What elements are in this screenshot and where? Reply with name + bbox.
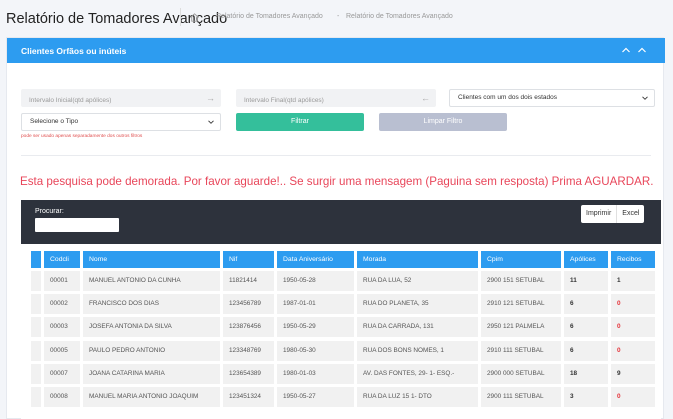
row-select-cell[interactable] bbox=[31, 294, 41, 315]
warning-message: Esta pesquisa pode demorada. Por favor a… bbox=[20, 175, 654, 188]
column-header-select[interactable] bbox=[31, 251, 41, 268]
card-title: Clientes Orfãos ou inúteis bbox=[21, 46, 127, 56]
nif-cell: 11821414 bbox=[223, 271, 274, 291]
divider bbox=[21, 155, 651, 156]
row-select-cell[interactable] bbox=[31, 271, 41, 291]
arrow-right-icon[interactable]: → bbox=[206, 92, 215, 104]
column-header-codcli[interactable]: Codcli bbox=[44, 251, 80, 268]
title-divider bbox=[180, 8, 181, 26]
column-header-data-aniversario[interactable]: Data Aniversário bbox=[277, 251, 354, 268]
filtrar-button[interactable]: Filtrar bbox=[236, 113, 364, 131]
data-aniversario-cell: 1987-01-01 bbox=[277, 294, 354, 315]
nome-cell: MANUEL MARIA ANTONIO JOAQUIM bbox=[83, 387, 220, 407]
column-header-cpim[interactable]: Cpim bbox=[481, 251, 561, 268]
card-header: Clientes Orfãos ou inúteis bbox=[7, 38, 665, 63]
recibos-cell: 1 bbox=[611, 271, 655, 291]
top-bar: Relatório de Tomadores Avançado - Relató… bbox=[0, 0, 673, 36]
morada-cell: AV. DAS FONTES, 29- 1- ESQ.- bbox=[357, 363, 478, 384]
intervalo-final-field[interactable]: ← bbox=[236, 89, 436, 110]
nome-cell: JOSEFA ANTONIA DA SILVA bbox=[83, 317, 220, 338]
apolices-cell: 6 bbox=[564, 340, 608, 361]
row-select-cell[interactable] bbox=[31, 387, 41, 407]
nome-cell: MANUEL ANTONIO DA CUNHA bbox=[83, 271, 220, 291]
breadcrumb-separator: - bbox=[337, 13, 340, 20]
cpim-cell: 2950 121 PALMELA bbox=[481, 317, 561, 338]
intervalo-inicial-field[interactable]: → bbox=[21, 89, 221, 110]
chevron-down-icon bbox=[208, 120, 214, 124]
apolices-cell: 6 bbox=[564, 317, 608, 338]
clients-table: Codcli Nome Nif Data Aniversário Morada … bbox=[21, 244, 661, 419]
chevron-down-icon bbox=[642, 96, 648, 100]
tipo-select[interactable]: Selecione o Tipo bbox=[21, 113, 221, 131]
breadcrumb-item-2: Relatório de Tomadores Avançado bbox=[346, 13, 453, 20]
search-input[interactable] bbox=[35, 218, 119, 232]
table-toolbar: Procurar: Imprimir Excel bbox=[21, 200, 661, 244]
nif-cell: 123654389 bbox=[223, 363, 274, 384]
recibos-cell: 0 bbox=[611, 294, 655, 315]
cpim-cell: 2900 151 SETUBAL bbox=[481, 271, 561, 291]
column-header-recibos[interactable]: Recibos bbox=[611, 251, 655, 268]
morada-cell: RUA DA CARRADA, 131 bbox=[357, 317, 478, 338]
codcli-cell: 00002 bbox=[44, 294, 80, 315]
column-header-nome[interactable]: Nome bbox=[83, 251, 220, 268]
filter-hint: pode ser usado apenas separadamente dos … bbox=[21, 134, 143, 139]
codcli-cell: 00001 bbox=[44, 271, 80, 291]
search-label: Procurar: bbox=[35, 208, 64, 215]
nif-cell: 123876456 bbox=[223, 317, 274, 338]
data-aniversario-cell: 1980-01-03 bbox=[277, 363, 354, 384]
column-header-apolices[interactable]: Apólices bbox=[564, 251, 608, 268]
recibos-cell: 0 bbox=[611, 317, 655, 338]
data-aniversario-cell: 1950-05-28 bbox=[277, 271, 354, 291]
data-aniversario-cell: 1980-05-30 bbox=[277, 340, 354, 361]
morada-cell: RUA DA LUZ 15 1- DTO bbox=[357, 387, 478, 407]
orphan-clients-card: Clientes Orfãos ou inúteis → ← Clientes … bbox=[6, 37, 665, 419]
cpim-cell: 2900 000 SETUBAL bbox=[481, 363, 561, 384]
morada-cell: RUA DO PLANETA, 35 bbox=[357, 294, 478, 315]
apolices-cell: 3 bbox=[564, 387, 608, 407]
nome-cell: FRANCISCO DOS DIAS bbox=[83, 294, 220, 315]
row-select-cell[interactable] bbox=[31, 317, 41, 338]
estado-select[interactable]: Clientes com um dos dois estados bbox=[449, 89, 655, 107]
morada-cell: RUA DA LUA, 52 bbox=[357, 271, 478, 291]
row-select-cell[interactable] bbox=[31, 340, 41, 361]
nome-cell: JOANA CATARINA MARIA bbox=[83, 363, 220, 384]
intervalo-final-input[interactable] bbox=[236, 91, 436, 110]
apolices-cell: 6 bbox=[564, 294, 608, 315]
data-aniversario-cell: 1950-05-27 bbox=[277, 387, 354, 407]
home-icon[interactable] bbox=[189, 12, 200, 23]
nif-cell: 123456789 bbox=[223, 294, 274, 315]
recibos-cell: 0 bbox=[611, 340, 655, 361]
row-select-cell[interactable] bbox=[31, 363, 41, 384]
breadcrumb-item-1[interactable]: Relatório de Tomadores Avançado bbox=[216, 13, 323, 20]
limpar-filtro-button[interactable]: Limpar Filtro bbox=[379, 113, 507, 131]
column-header-morada[interactable]: Morada bbox=[357, 251, 478, 268]
nif-cell: 123451324 bbox=[223, 387, 274, 407]
codcli-cell: 00005 bbox=[44, 340, 80, 361]
export-buttons: Imprimir Excel bbox=[581, 205, 645, 223]
chevron-up-icon[interactable] bbox=[621, 45, 631, 55]
breadcrumb-separator: - bbox=[204, 13, 207, 20]
recibos-cell: 0 bbox=[611, 387, 655, 407]
codcli-cell: 00007 bbox=[44, 363, 80, 384]
excel-button[interactable]: Excel bbox=[616, 205, 644, 223]
recibos-cell: 9 bbox=[611, 363, 655, 384]
imprimir-button[interactable]: Imprimir bbox=[581, 205, 616, 223]
apolices-cell: 18 bbox=[564, 363, 608, 384]
nome-cell: PAULO PEDRO ANTONIO bbox=[83, 340, 220, 361]
codcli-cell: 00008 bbox=[44, 387, 80, 407]
morada-cell: RUA DOS BONS NOMES, 1 bbox=[357, 340, 478, 361]
estado-select-value: Clientes com um dos dois estados bbox=[458, 94, 557, 101]
cpim-cell: 2900 111 SETUBAL bbox=[481, 387, 561, 407]
nif-cell: 123348769 bbox=[223, 340, 274, 361]
column-header-nif[interactable]: Nif bbox=[223, 251, 274, 268]
cpim-cell: 2910 121 SETUBAL bbox=[481, 294, 561, 315]
codcli-cell: 00003 bbox=[44, 317, 80, 338]
data-aniversario-cell: 1950-05-29 bbox=[277, 317, 354, 338]
tipo-select-value: Selecione o Tipo bbox=[30, 118, 79, 125]
intervalo-inicial-input[interactable] bbox=[21, 91, 221, 110]
chevron-up-icon[interactable] bbox=[637, 45, 647, 55]
apolices-cell: 11 bbox=[564, 271, 608, 291]
arrow-left-icon[interactable]: ← bbox=[421, 92, 430, 104]
cpim-cell: 2910 111 SETUBAL bbox=[481, 340, 561, 361]
